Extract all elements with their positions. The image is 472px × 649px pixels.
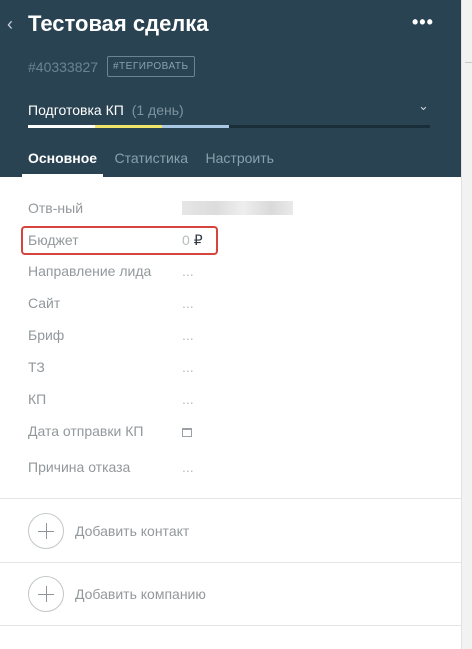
progress-segment-2 [95, 125, 162, 128]
progress-segment-3 [162, 125, 229, 128]
deal-tabs: Основное Статистика Настроить [21, 150, 287, 177]
divider-tick [465, 62, 472, 63]
lead-direction-select[interactable]: ... [182, 262, 194, 280]
section-divider [0, 498, 461, 499]
pipeline-stage-selector[interactable]: Подготовка КП (1 день) [28, 101, 184, 119]
brief-input[interactable]: ... [182, 326, 194, 344]
deal-id: #40333827 [28, 59, 99, 75]
field-label: КП [28, 391, 47, 407]
site-input[interactable]: ... [182, 294, 194, 312]
plus-circle-icon [28, 513, 64, 549]
kp-input[interactable]: ... [182, 390, 194, 408]
section-divider [0, 625, 461, 626]
plus-circle-icon [28, 576, 64, 612]
section-divider [0, 562, 461, 563]
add-company-button[interactable]: Добавить компанию [28, 576, 328, 612]
deal-title[interactable]: Тестовая сделка [28, 10, 209, 38]
tab-statistics[interactable]: Статистика [115, 150, 189, 177]
chevron-down-icon[interactable]: ⌄ [418, 98, 429, 114]
tab-main[interactable]: Основное [21, 150, 104, 177]
field-label: Сайт [28, 295, 61, 311]
budget-input[interactable]: 0 ₽ [182, 231, 203, 249]
kp-send-date-picker[interactable] [182, 422, 192, 440]
currency-symbol: ₽ [193, 232, 203, 248]
progress-segment-1 [28, 125, 95, 128]
tz-input[interactable]: ... [182, 358, 194, 376]
calendar-icon [182, 428, 192, 437]
deal-card-panel: ‹ Тестовая сделка ••• #40333827 #ТЕГИРОВ… [0, 0, 461, 649]
field-lead-direction: Направление лида ... [28, 260, 428, 282]
field-kp: КП ... [28, 388, 428, 410]
field-site: Сайт ... [28, 292, 428, 314]
field-label: Отв-ный [28, 200, 84, 216]
field-budget: Бюджет 0 ₽ [28, 229, 428, 251]
field-label: Направление лида [28, 263, 152, 279]
add-company-label: Добавить компанию [75, 586, 206, 602]
add-contact-label: Добавить контакт [75, 523, 190, 539]
back-chevron-icon[interactable]: ‹ [7, 14, 13, 34]
add-contact-button[interactable]: Добавить контакт [28, 513, 328, 549]
field-responsible: Отв-ный [28, 197, 428, 219]
stage-name: Подготовка КП [28, 102, 124, 118]
stage-progress-bar [28, 125, 430, 128]
field-label: Причина отказа [28, 459, 131, 475]
field-label: Бюджет [28, 232, 79, 248]
budget-amount: 0 [182, 232, 190, 248]
tag-button[interactable]: #ТЕГИРОВАТЬ [107, 56, 195, 77]
responsible-user-value[interactable] [182, 201, 293, 215]
field-label: ТЗ [28, 359, 45, 375]
tab-settings[interactable]: Настроить [206, 150, 274, 177]
field-brief: Бриф ... [28, 324, 428, 346]
reject-reason-select[interactable]: ... [182, 458, 194, 476]
background-page-edge [461, 0, 472, 649]
field-label: Дата отправки КП [28, 423, 144, 439]
field-kp-send-date: Дата отправки КП [28, 420, 428, 442]
field-reject-reason: Причина отказа ... [28, 456, 428, 478]
more-options-icon[interactable]: ••• [412, 10, 434, 34]
deal-header: ‹ Тестовая сделка ••• #40333827 #ТЕГИРОВ… [0, 0, 461, 177]
field-tz: ТЗ ... [28, 356, 428, 378]
stage-duration: (1 день) [131, 102, 184, 118]
field-label: Бриф [28, 327, 65, 343]
